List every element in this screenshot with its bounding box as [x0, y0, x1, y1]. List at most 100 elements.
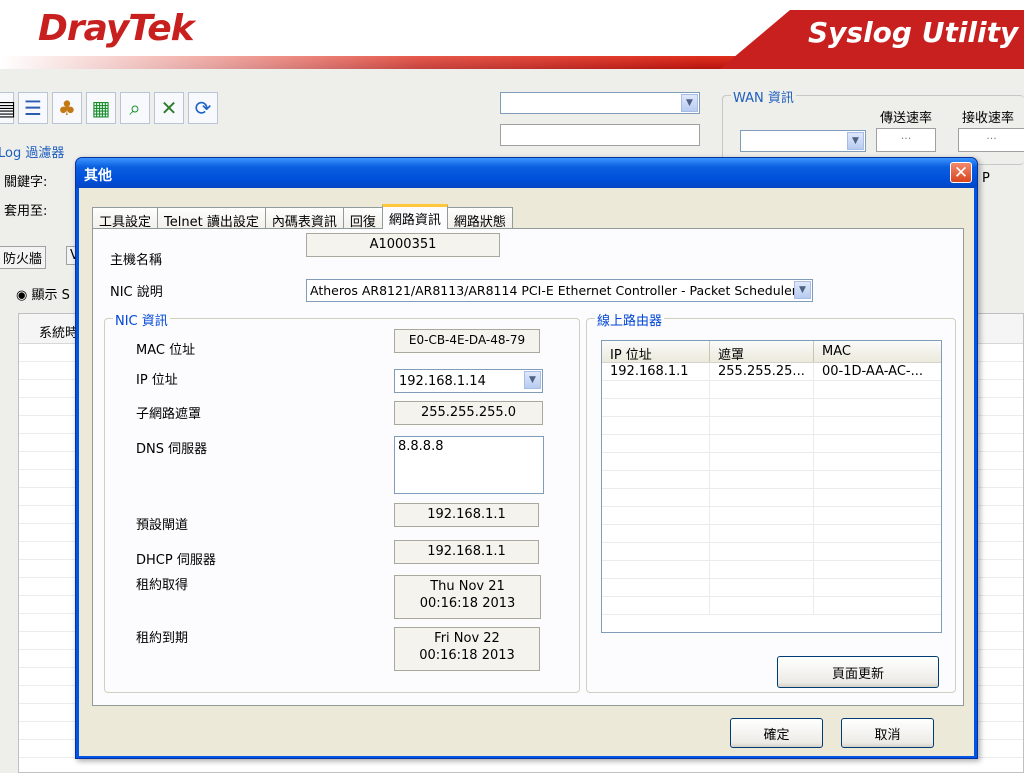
chevron-down-icon: ▼	[681, 94, 698, 112]
empty-row	[602, 489, 941, 507]
ip-value: 192.168.1.14	[399, 374, 486, 389]
empty-row	[602, 417, 941, 435]
tab-network-status[interactable]: 網路狀態	[446, 207, 513, 230]
col-mac[interactable]: MAC	[814, 341, 934, 362]
tools-icon[interactable]: ✕	[154, 92, 184, 124]
tab-codepage-info[interactable]: 內碼表資訊	[264, 207, 344, 230]
empty-cell	[602, 399, 710, 416]
chevron-down-icon: ▼	[794, 281, 811, 299]
dns-textarea[interactable]: 8.8.8.8	[394, 436, 544, 494]
chevron-down-icon: ▼	[524, 371, 541, 389]
empty-row	[602, 561, 941, 579]
col-mask[interactable]: 遮罩	[710, 341, 814, 363]
empty-cell	[602, 435, 710, 452]
keyword-label: 關鍵字:	[4, 175, 48, 190]
empty-row	[602, 453, 941, 471]
empty-cell	[602, 543, 710, 560]
empty-cell	[710, 417, 814, 434]
apply-to-label: 套用至:	[4, 204, 48, 219]
empty-cell	[710, 543, 814, 560]
cancel-button[interactable]: 取消	[841, 718, 934, 748]
tab-tool-settings[interactable]: 工具設定	[92, 207, 159, 230]
lease-obtained-label: 租約取得	[136, 578, 189, 593]
dns-label: DNS 伺服器	[136, 442, 208, 457]
row-mask: 255.255.25...	[710, 363, 814, 380]
empty-cell	[602, 417, 710, 434]
network-info-page: 主機名稱 A1000351 NIC 說明 Atheros AR8121/AR81…	[92, 228, 964, 706]
empty-cell	[710, 597, 814, 614]
empty-row	[602, 381, 941, 399]
hostname-value: A1000351	[306, 233, 500, 257]
nic-desc-label: NIC 說明	[110, 285, 163, 300]
toolbar: ▤ ☰ ♣ ▦ ⌕ ✕ ⟳	[0, 92, 218, 128]
empty-row	[602, 597, 941, 615]
empty-cell	[814, 399, 941, 416]
row-mac: 00-1D-AA-AC-...	[822, 364, 924, 379]
gateway-label: 預設閘道	[136, 518, 189, 533]
table-row[interactable]: 192.168.1.1 255.255.25... 00-1D-AA-AC-..…	[602, 363, 941, 381]
table-icon[interactable]: ▦	[86, 92, 116, 124]
mac-value: E0-CB-4E-DA-48-79	[394, 329, 540, 353]
empty-cell	[710, 471, 814, 488]
empty-cell	[710, 561, 814, 578]
brand-bar-fade	[0, 56, 700, 69]
nic-desc-select[interactable]: Atheros AR8121/AR8113/AR8114 PCI-E Ether…	[306, 279, 813, 302]
mac-label: MAC 位址	[136, 343, 196, 358]
refresh-icon[interactable]: ⟳	[188, 92, 218, 124]
empty-cell	[814, 597, 941, 614]
empty-row	[602, 543, 941, 561]
empty-cell	[814, 489, 941, 506]
show-radio-label: 顯示 S	[31, 288, 70, 303]
empty-cell	[814, 525, 941, 542]
subnet-value: 255.255.255.0	[394, 401, 543, 425]
nic-info-legend: NIC 資訊	[113, 310, 170, 329]
empty-cell	[710, 525, 814, 542]
draytek-logo: DrayTek	[38, 8, 195, 49]
dialog-body: 工具設定 Telnet 讀出設定 內碼表資訊 回復 網路資訊 網路狀態 主機名稱…	[79, 188, 974, 756]
empty-cell	[814, 381, 941, 398]
gateway-value: 192.168.1.1	[394, 503, 539, 527]
empty-cell	[602, 453, 710, 470]
empty-cell	[602, 489, 710, 506]
radio-icon: ◉	[16, 288, 28, 303]
hostname-label: 主機名稱	[110, 253, 163, 268]
tab-network-info[interactable]: 網路資訊	[381, 204, 448, 229]
tab-telnet-settings[interactable]: Telnet 讀出設定	[157, 207, 266, 230]
dialog-title-bar[interactable]: 其他 ✕	[76, 158, 977, 188]
chevron-down-icon: ▼	[847, 132, 864, 150]
empty-cell	[710, 489, 814, 506]
rx-rate-box: ...	[958, 128, 1024, 152]
router-select[interactable]: ▼	[500, 92, 700, 114]
empty-row	[602, 471, 941, 489]
list-icon[interactable]: ☰	[18, 92, 48, 124]
empty-row	[602, 507, 941, 525]
empty-cell	[814, 561, 941, 578]
tx-rate-value: ...	[900, 129, 912, 142]
find-icon[interactable]: ⌕	[120, 92, 150, 124]
clear-icon[interactable]: ♣	[52, 92, 82, 124]
tx-rate-label: 傳送速率	[880, 111, 933, 126]
refresh-page-button[interactable]: 頁面更新	[777, 656, 939, 688]
wan-info-legend: WAN 資訊	[731, 87, 796, 106]
empty-cell	[602, 525, 710, 542]
empty-cell	[602, 561, 710, 578]
open-file-icon[interactable]: ▤	[0, 92, 16, 124]
tab-firewall[interactable]: 防火牆	[0, 246, 47, 269]
ip-label: IP 位址	[136, 373, 178, 388]
empty-row	[602, 435, 941, 453]
dialog-tabs: 工具設定 Telnet 讀出設定 內碼表資訊 回復 網路資訊 網路狀態	[92, 204, 513, 230]
router-table[interactable]: IP 位址 遮罩 MAC 192.168.1.1 255.255.25... 0…	[601, 340, 942, 633]
empty-row	[602, 525, 941, 543]
empty-cell	[814, 579, 941, 596]
dhcp-label: DHCP 伺服器	[136, 553, 216, 568]
ip-select[interactable]: 192.168.1.14 ▼	[394, 369, 543, 393]
ok-button[interactable]: 確定	[730, 718, 823, 748]
wan-select[interactable]: ▼	[740, 130, 866, 152]
show-radio[interactable]: ◉ 顯示 S	[16, 284, 70, 303]
col-ip[interactable]: IP 位址	[602, 341, 710, 363]
close-icon[interactable]: ✕	[950, 162, 972, 183]
tab-restore[interactable]: 回復	[342, 207, 383, 230]
empty-cell	[710, 579, 814, 596]
empty-cell	[602, 597, 710, 614]
empty-cell	[710, 435, 814, 452]
